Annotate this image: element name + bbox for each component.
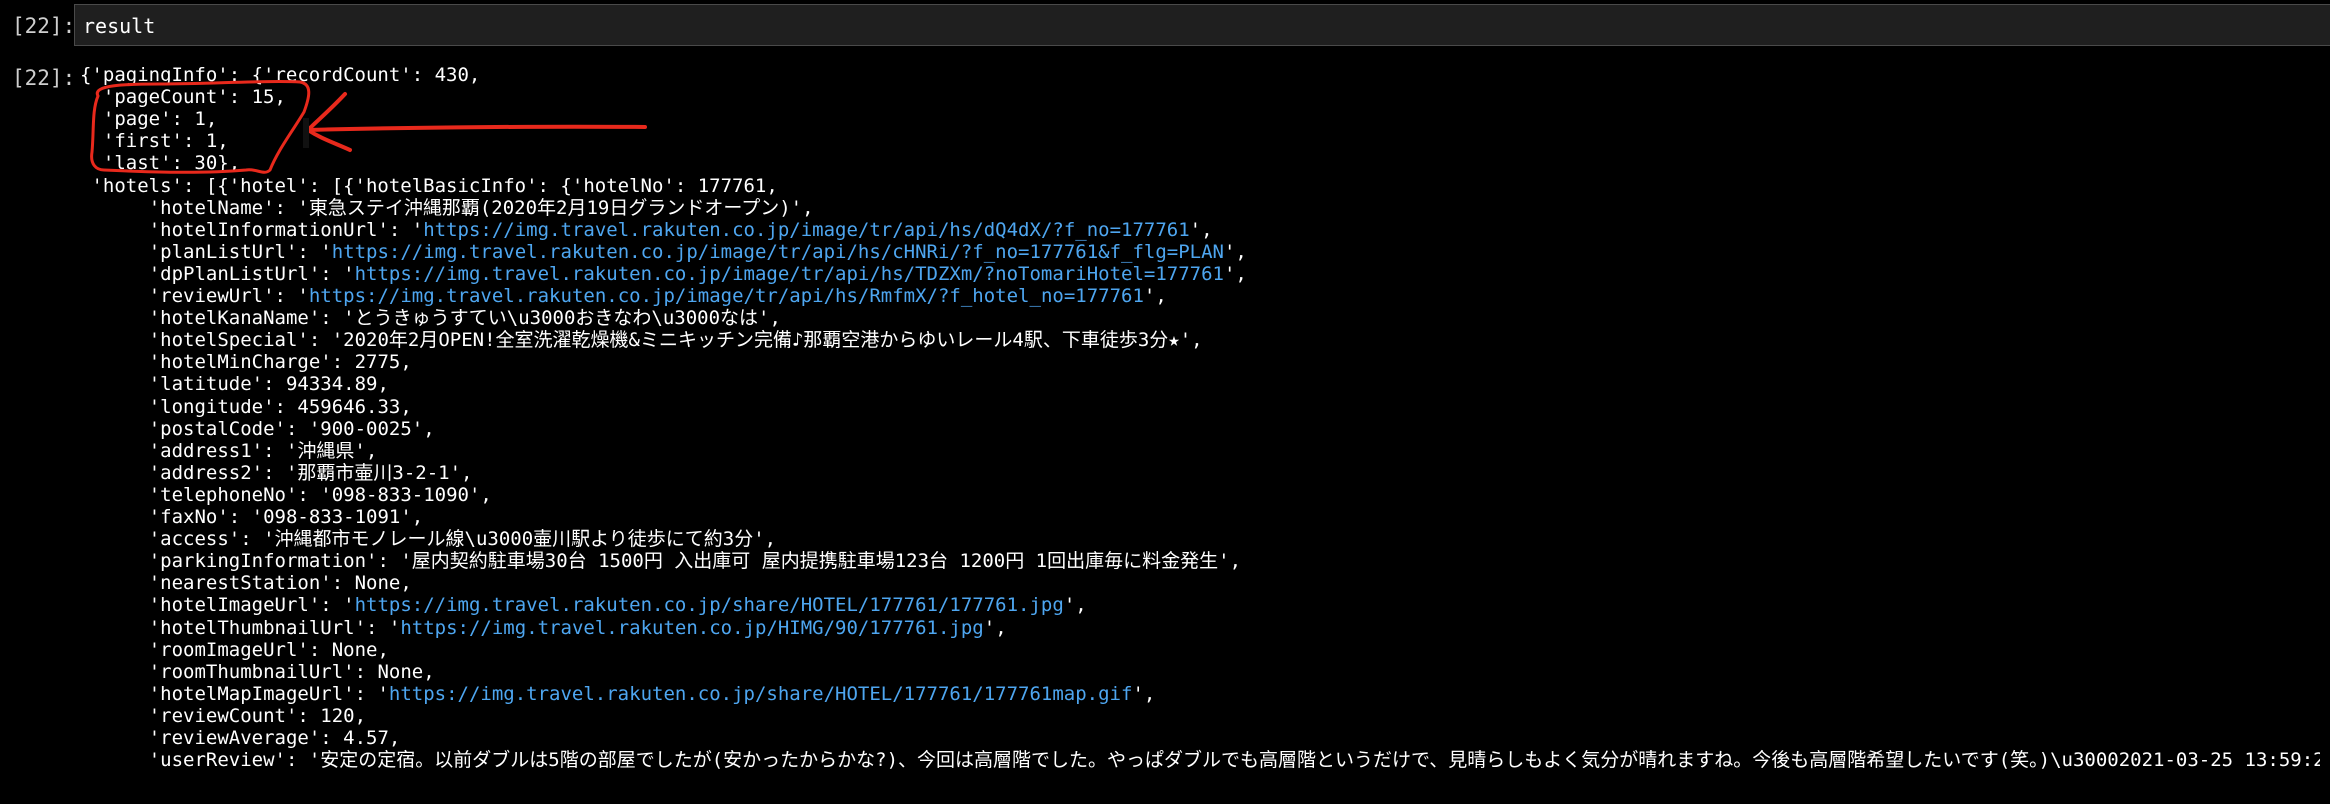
output-text: ',: [1143, 285, 1167, 307]
output-text: ',: [1132, 682, 1156, 705]
output-line: 'planListUrl': 'https://img.travel.rakut…: [149, 241, 1247, 263]
output-text: 'roomThumbnailUrl': None,: [148, 660, 435, 683]
output-line: 'hotelSpecial': '2020年2月OPEN!全室洗濯乾燥機&ミニキ…: [149, 329, 1203, 351]
output-text: 'faxNo': '098-833-1091',: [148, 506, 424, 528]
output-text: 'hotelMapImageUrl': ': [148, 682, 389, 705]
output-text: ',: [1223, 262, 1247, 285]
output-text: 'pageCount': 15,: [102, 86, 286, 109]
output-line: 'faxNo': '098-833-1091',: [149, 506, 424, 528]
output-url-link[interactable]: https://img.travel.rakuten.co.jp/share/H…: [389, 683, 1133, 705]
output-line: 'userReview': '安定の定宿。以前ダブルは5階の部屋でしたが(安かっ…: [149, 749, 2320, 771]
output-line: 'hotelName': '東急ステイ沖縄那覇(2020年2月19日グランドオー…: [149, 197, 814, 219]
output-text: 'page': 1,: [102, 108, 218, 131]
output-line: 'last': 30},: [103, 152, 240, 174]
output-text: 'access': '沖縄都市モノレール線\u3000壷川駅より徒歩にて約3分'…: [148, 528, 777, 551]
output-line: 'address2': '那覇市壷川3-2-1',: [149, 462, 473, 484]
output-text: 'address1': '沖縄県',: [148, 439, 378, 462]
output-text: {'pagingInfo': {'recordCount': 430,: [80, 64, 481, 86]
output-text: 'reviewAverage': 4.57,: [148, 727, 401, 749]
output-text: 'hotelName': '東急ステイ沖縄那覇(2020年2月19日グランドオー…: [148, 196, 814, 219]
output-line: 'page': 1,: [103, 108, 217, 130]
output-text: 'hotelKanaName': 'とうきゅうすてい\u3000おきなわ\u30…: [148, 307, 781, 330]
output-line: {'pagingInfo': {'recordCount': 430,: [80, 64, 480, 86]
output-line: 'hotelMapImageUrl': 'https://img.travel.…: [149, 683, 1156, 705]
output-line: 'hotelImageUrl': 'https://img.travel.rak…: [149, 594, 1087, 616]
output-line: 'hotelInformationUrl': 'https://img.trav…: [149, 219, 1213, 241]
notebook-input-cell: [22]: result: [0, 0, 2330, 56]
output-text: 'first': 1,: [102, 130, 229, 153]
output-line: 'roomImageUrl': None,: [149, 639, 389, 661]
output-prompt: [22]:: [12, 66, 76, 90]
output-text: ',: [983, 616, 1007, 639]
output-line: 'pageCount': 15,: [103, 86, 286, 108]
cell-output: {'pagingInfo': {'recordCount': 430,'page…: [80, 62, 2320, 804]
output-url-link[interactable]: https://img.travel.rakuten.co.jp/image/t…: [309, 285, 1144, 307]
output-text: ',: [1189, 218, 1213, 241]
output-url-link[interactable]: https://img.travel.rakuten.co.jp/HIMG/90…: [400, 617, 983, 639]
output-text: 'hotelThumbnailUrl': ': [148, 616, 401, 639]
output-line: 'reviewCount': 120,: [149, 705, 366, 727]
output-text: 'reviewUrl': ': [148, 285, 309, 307]
output-text: 'address2': '那覇市壷川3-2-1',: [148, 461, 473, 484]
output-text: 'hotelMinCharge': 2775,: [148, 351, 412, 374]
output-line: 'telephoneNo': '098-833-1090',: [149, 484, 492, 506]
output-line: 'hotelThumbnailUrl': 'https://img.travel…: [149, 617, 1007, 639]
output-line: 'hotelMinCharge': 2775,: [149, 351, 412, 373]
output-text: 'planListUrl': ': [148, 240, 332, 263]
output-line: 'address1': '沖縄県',: [149, 440, 378, 462]
output-line: 'longitude': 459646.33,: [149, 396, 412, 418]
output-line: 'first': 1,: [103, 130, 229, 152]
output-text: 'parkingInformation': '屋内契約駐車場30台 1500円 …: [148, 550, 1242, 573]
output-text: 'hotelImageUrl': ': [148, 594, 355, 617]
output-line: 'dpPlanListUrl': 'https://img.travel.rak…: [149, 263, 1247, 285]
output-line: 'latitude': 94334.89,: [149, 373, 389, 395]
output-text: 'hotelSpecial': '2020年2月OPEN!全室洗濯乾燥機&ミニキ…: [148, 329, 1203, 352]
output-line: 'access': '沖縄都市モノレール線\u3000壷川駅より徒歩にて約3分'…: [149, 528, 776, 550]
output-line: 'postalCode': '900-0025',: [149, 418, 435, 440]
output-text: 'nearestStation': None,: [148, 572, 412, 595]
output-text: 'telephoneNo': '098-833-1090',: [148, 483, 492, 506]
output-url-link[interactable]: https://img.travel.rakuten.co.jp/share/H…: [355, 594, 1064, 616]
output-url-link[interactable]: https://img.travel.rakuten.co.jp/image/t…: [423, 219, 1189, 241]
output-text: 'last': 30},: [102, 152, 241, 175]
output-text: 'dpPlanListUrl': ': [148, 262, 355, 285]
output-text: ',: [1223, 240, 1247, 263]
output-line: 'reviewAverage': 4.57,: [149, 727, 401, 749]
output-text: 'latitude': 94334.89,: [148, 373, 389, 396]
output-url-link[interactable]: https://img.travel.rakuten.co.jp/image/t…: [332, 241, 1224, 263]
output-text: ',: [1063, 594, 1087, 617]
output-text: 'userReview': '安定の定宿。以前ダブルは5階の部屋でしたが(安かっ…: [148, 749, 2320, 772]
output-text: 'roomImageUrl': None,: [148, 638, 389, 661]
input-prompt: [22]:: [12, 14, 76, 38]
output-text: 'postalCode': '900-0025',: [148, 417, 435, 440]
output-line: 'parkingInformation': '屋内契約駐車場30台 1500円 …: [149, 550, 1241, 572]
output-text: 'hotelInformationUrl': ': [148, 218, 424, 241]
output-line: 'nearestStation': None,: [149, 572, 412, 594]
output-line: 'hotelKanaName': 'とうきゅうすてい\u3000おきなわ\u30…: [149, 307, 781, 329]
code-input-text[interactable]: result: [83, 14, 155, 38]
output-line: 'hotels': [{'hotel': [{'hotelBasicInfo':…: [91, 175, 777, 197]
output-text: 'reviewCount': 120,: [148, 704, 367, 727]
output-line: 'roomThumbnailUrl': None,: [149, 661, 435, 683]
output-url-link[interactable]: https://img.travel.rakuten.co.jp/image/t…: [355, 263, 1224, 285]
output-text: 'hotels': [{'hotel': [{'hotelBasicInfo':…: [91, 174, 778, 197]
output-text: 'longitude': 459646.33,: [148, 395, 412, 418]
code-editor[interactable]: result: [74, 4, 2330, 46]
output-line: 'reviewUrl': 'https://img.travel.rakuten…: [149, 285, 1167, 307]
